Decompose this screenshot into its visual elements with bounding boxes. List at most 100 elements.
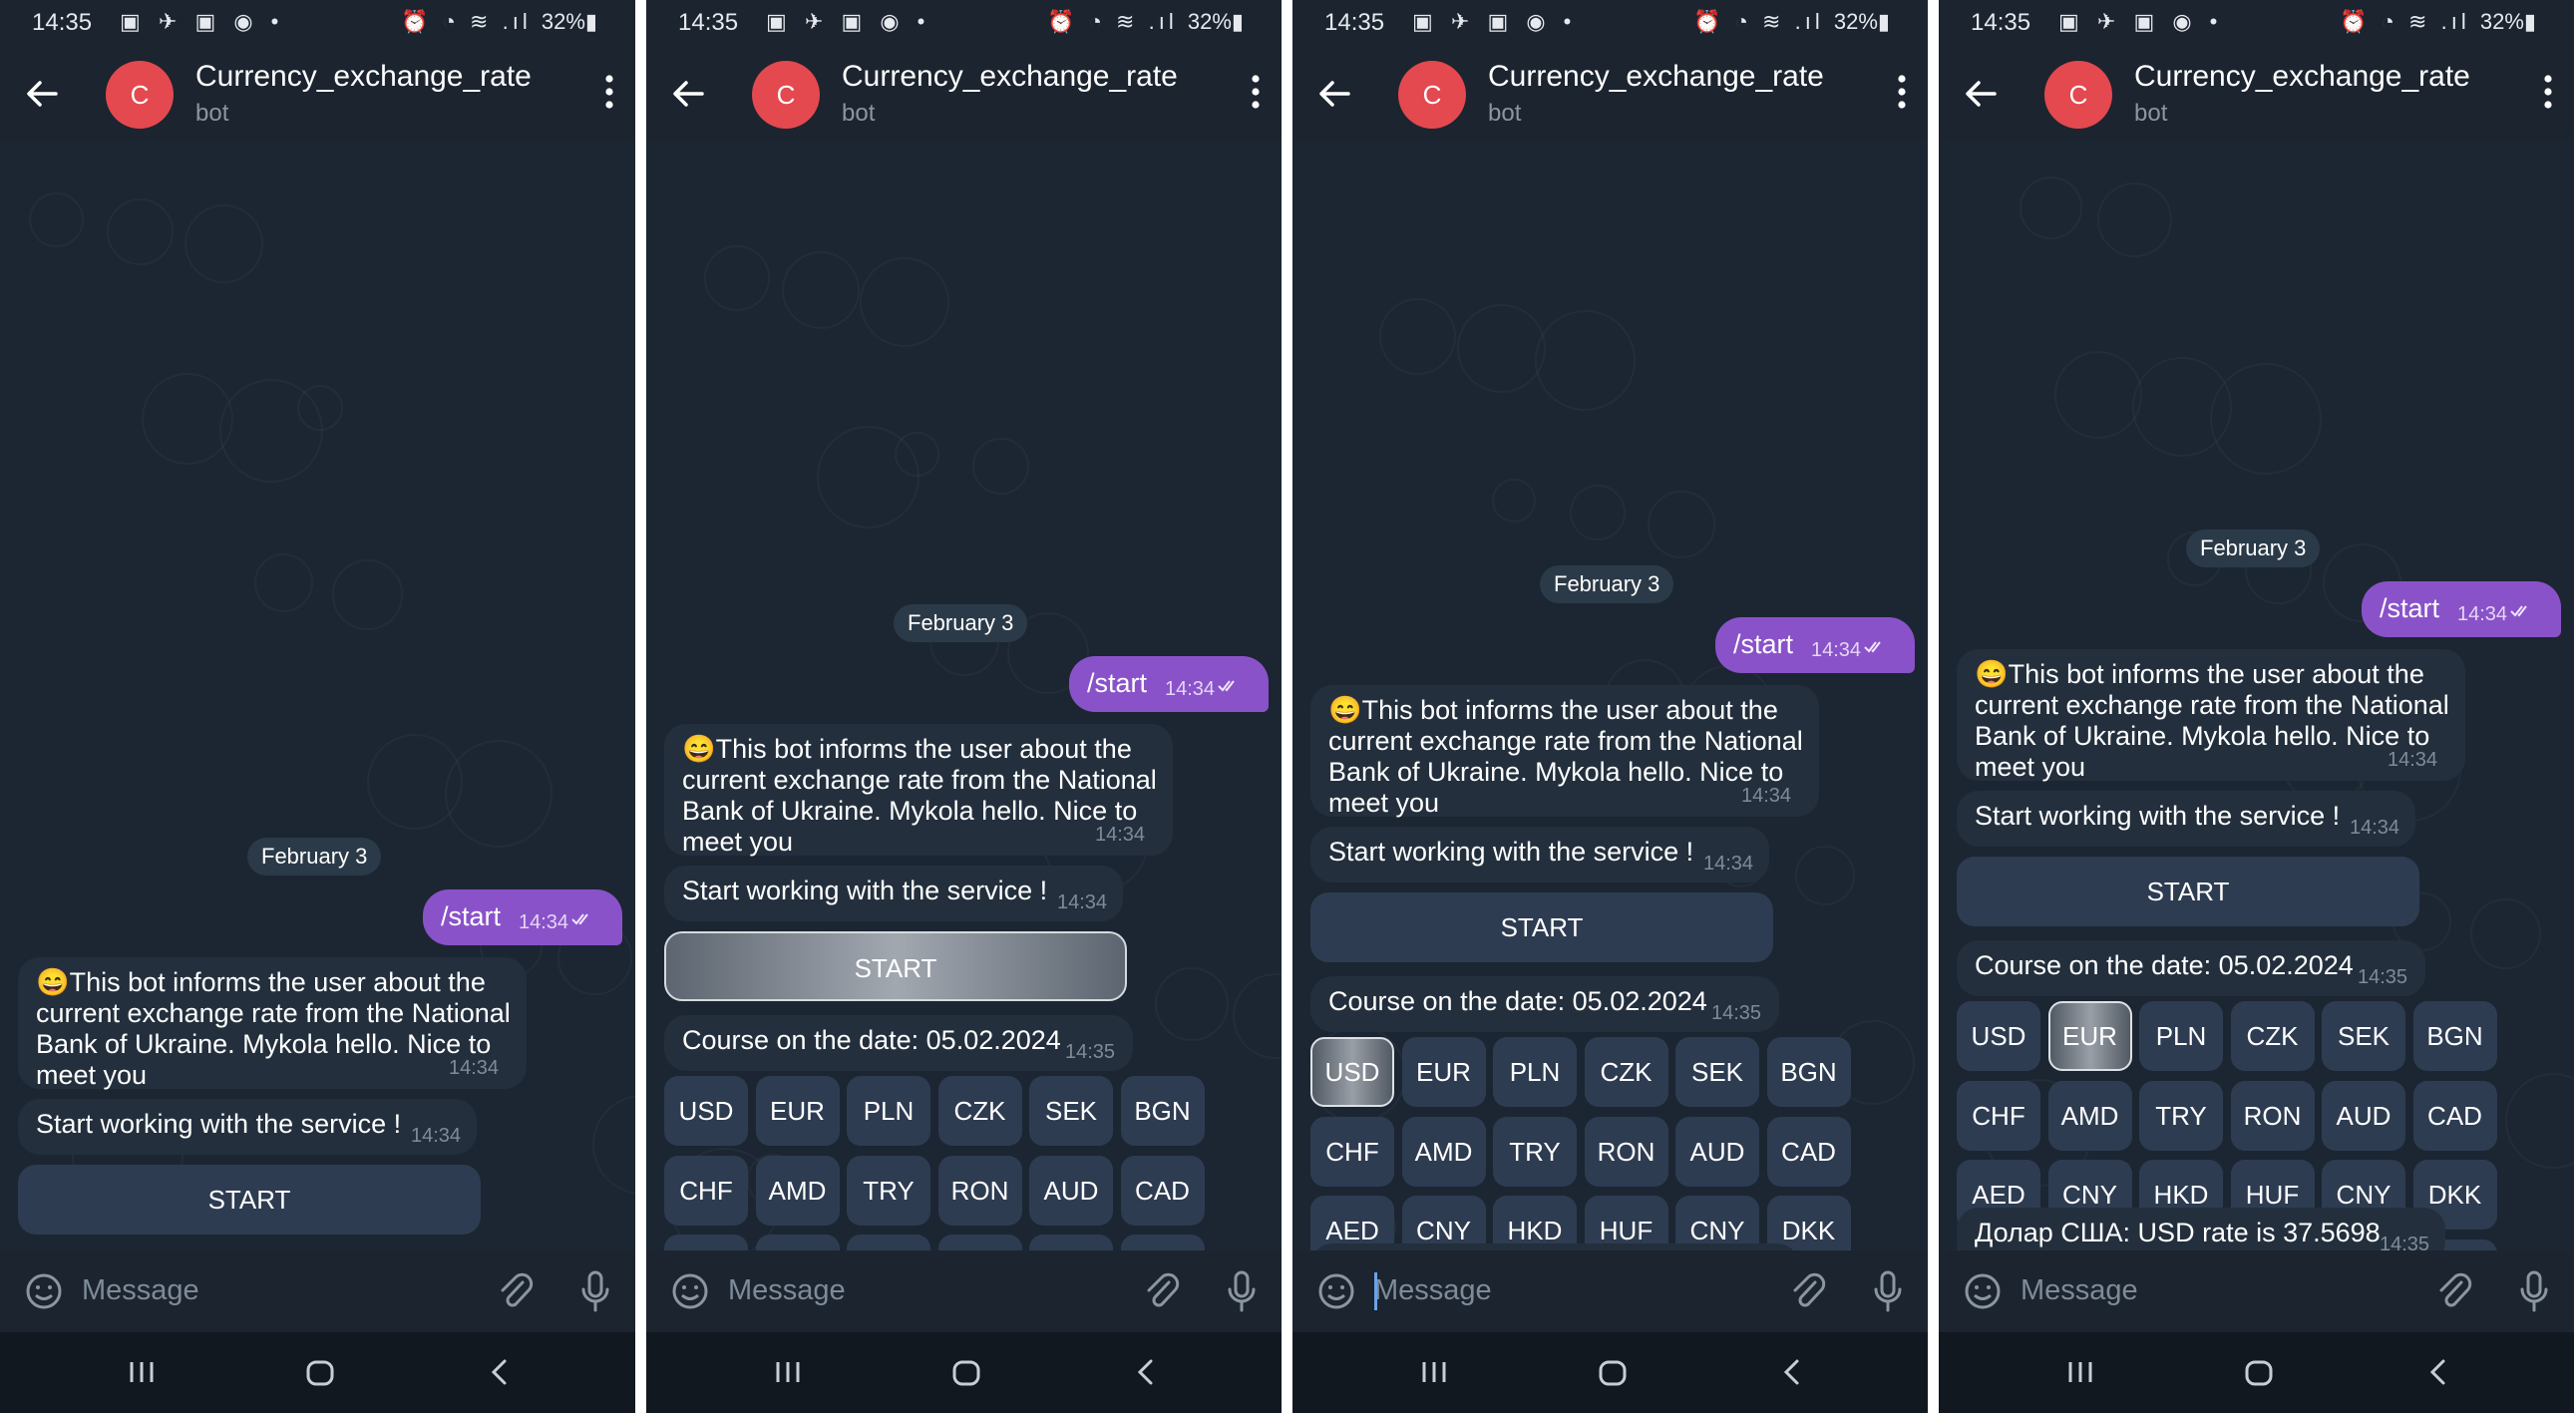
outgoing-message[interactable]: /start 14:34 — [423, 889, 622, 945]
chat-area[interactable]: February 3/start 14:34 😄This bot informs t… — [1939, 140, 2574, 1250]
emoji-icon[interactable] — [1316, 1271, 1356, 1311]
currency-button-huf[interactable]: HUF — [937, 1235, 1022, 1250]
chat-area[interactable]: February 3/start 14:34 😄This bot informs t… — [0, 140, 635, 1250]
mic-icon[interactable] — [1871, 1269, 1905, 1313]
currency-button-bgn[interactable]: BGN — [2412, 1001, 2497, 1071]
start-button[interactable]: START — [664, 931, 1127, 1001]
currency-button-try[interactable]: TRY — [2139, 1080, 2223, 1151]
currency-button-try[interactable]: TRY — [847, 1155, 930, 1226]
outgoing-message[interactable]: /start 14:34 — [2362, 581, 2561, 637]
message-input[interactable]: Message — [1374, 1274, 1492, 1307]
recent-apps-icon[interactable] — [772, 1358, 804, 1386]
mic-icon[interactable] — [578, 1269, 612, 1313]
currency-button-aed[interactable]: AED — [1310, 1196, 1394, 1250]
nav-back-icon[interactable] — [2425, 1358, 2451, 1386]
message-input[interactable]: Message — [2021, 1274, 2138, 1307]
currency-button-ron[interactable]: RON — [1584, 1116, 1668, 1187]
currency-button-aud[interactable]: AUD — [1675, 1116, 1759, 1187]
currency-button-bgn[interactable]: BGN — [1766, 1037, 1851, 1107]
currency-button-ron[interactable]: RON — [2230, 1080, 2315, 1151]
recent-apps-icon[interactable] — [2064, 1358, 2096, 1386]
currency-button-sek[interactable]: SEK — [1675, 1037, 1759, 1107]
avatar[interactable]: C — [1398, 61, 1466, 129]
attach-icon[interactable] — [1787, 1270, 1829, 1312]
back-arrow-icon[interactable] — [22, 74, 62, 114]
chat-title[interactable]: Currency_exchange_rate — [1488, 60, 1824, 94]
currency-button-cny[interactable]: CNY — [1675, 1196, 1759, 1250]
start-button[interactable]: START — [1310, 892, 1773, 962]
emoji-icon[interactable] — [1963, 1271, 2003, 1311]
currency-button-hkd[interactable]: HKD — [847, 1235, 930, 1250]
currency-button-czk[interactable]: CZK — [2230, 1001, 2315, 1071]
currency-button-aud[interactable]: AUD — [1029, 1155, 1113, 1226]
currency-button-dkk[interactable]: DKK — [1120, 1235, 1205, 1250]
start-button[interactable]: START — [18, 1165, 481, 1235]
attach-icon[interactable] — [2433, 1270, 2475, 1312]
avatar[interactable]: C — [2044, 61, 2112, 129]
currency-button-dkk[interactable]: DKK — [1766, 1196, 1851, 1250]
nav-back-icon[interactable] — [487, 1358, 513, 1386]
currency-button-amd[interactable]: AMD — [755, 1155, 840, 1226]
more-vert-icon[interactable] — [1896, 72, 1908, 112]
currency-button-hkd[interactable]: HKD — [1493, 1196, 1577, 1250]
currency-button-chf[interactable]: CHF — [664, 1155, 748, 1226]
back-arrow-icon[interactable] — [668, 74, 708, 114]
nav-back-icon[interactable] — [1779, 1358, 1805, 1386]
recent-apps-icon[interactable] — [1418, 1358, 1450, 1386]
message-input[interactable]: Message — [82, 1274, 199, 1307]
recent-apps-icon[interactable] — [126, 1358, 158, 1386]
chat-area[interactable]: February 3/start 14:34 😄This bot informs t… — [646, 140, 1282, 1250]
currency-button-bgn[interactable]: BGN — [1120, 1076, 1205, 1146]
nav-back-icon[interactable] — [1133, 1358, 1159, 1386]
currency-button-cny[interactable]: CNY — [755, 1235, 840, 1250]
mic-icon[interactable] — [2517, 1269, 2551, 1313]
attach-icon[interactable] — [1141, 1270, 1183, 1312]
currency-button-eur[interactable]: EUR — [755, 1076, 840, 1146]
home-icon[interactable] — [305, 1359, 335, 1387]
currency-button-usd[interactable]: USD — [664, 1076, 748, 1146]
currency-button-pln[interactable]: PLN — [2139, 1001, 2223, 1071]
currency-button-chf[interactable]: CHF — [1957, 1080, 2040, 1151]
currency-button-cad[interactable]: CAD — [1766, 1116, 1851, 1187]
start-button[interactable]: START — [1957, 857, 2419, 926]
currency-button-aud[interactable]: AUD — [2322, 1080, 2405, 1151]
back-arrow-icon[interactable] — [1961, 74, 2001, 114]
currency-button-eur[interactable]: EUR — [1401, 1037, 1486, 1107]
chat-area[interactable]: February 3/start 14:34 😄This bot informs t… — [1292, 140, 1928, 1250]
currency-button-amd[interactable]: AMD — [1401, 1116, 1486, 1187]
back-arrow-icon[interactable] — [1314, 74, 1354, 114]
currency-button-pln[interactable]: PLN — [847, 1076, 930, 1146]
currency-button-usd[interactable]: USD — [1310, 1037, 1394, 1107]
currency-button-ron[interactable]: RON — [937, 1155, 1022, 1226]
more-vert-icon[interactable] — [603, 72, 615, 112]
currency-button-sek[interactable]: SEK — [1029, 1076, 1113, 1146]
currency-button-cny[interactable]: CNY — [1401, 1196, 1486, 1250]
currency-button-czk[interactable]: CZK — [937, 1076, 1022, 1146]
attach-icon[interactable] — [495, 1270, 537, 1312]
currency-button-pln[interactable]: PLN — [1493, 1037, 1577, 1107]
more-vert-icon[interactable] — [1250, 72, 1262, 112]
home-icon[interactable] — [1598, 1359, 1628, 1387]
chat-title[interactable]: Currency_exchange_rate — [2134, 60, 2470, 94]
emoji-icon[interactable] — [670, 1271, 710, 1311]
currency-button-huf[interactable]: HUF — [1584, 1196, 1668, 1250]
currency-button-aed[interactable]: AED — [664, 1235, 748, 1250]
currency-button-amd[interactable]: AMD — [2047, 1080, 2132, 1151]
outgoing-message[interactable]: /start 14:34 — [1069, 656, 1269, 712]
avatar[interactable]: C — [106, 61, 174, 129]
mic-icon[interactable] — [1225, 1269, 1259, 1313]
home-icon[interactable] — [2244, 1359, 2274, 1387]
currency-button-usd[interactable]: USD — [1957, 1001, 2040, 1071]
currency-button-eur[interactable]: EUR — [2047, 1001, 2132, 1071]
avatar[interactable]: C — [752, 61, 820, 129]
chat-title[interactable]: Currency_exchange_rate — [842, 60, 1178, 94]
emoji-icon[interactable] — [24, 1271, 64, 1311]
currency-button-czk[interactable]: CZK — [1584, 1037, 1668, 1107]
currency-button-cny[interactable]: CNY — [1029, 1235, 1113, 1250]
currency-button-cad[interactable]: CAD — [2412, 1080, 2497, 1151]
outgoing-message[interactable]: /start 14:34 — [1715, 617, 1915, 673]
chat-title[interactable]: Currency_exchange_rate — [195, 60, 532, 94]
currency-button-chf[interactable]: CHF — [1310, 1116, 1394, 1187]
currency-button-try[interactable]: TRY — [1493, 1116, 1577, 1187]
home-icon[interactable] — [951, 1359, 981, 1387]
